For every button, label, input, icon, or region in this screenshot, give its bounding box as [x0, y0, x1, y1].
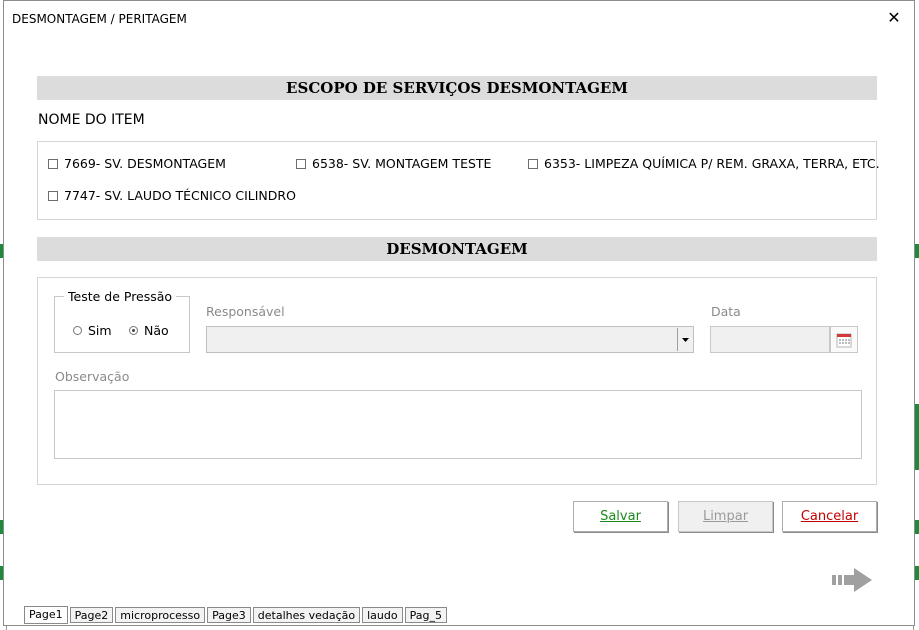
observacao-label: Observação — [55, 369, 130, 384]
tab-page2[interactable]: Page2 — [69, 607, 114, 623]
page-tabs: Page1 Page2 microprocesso Page3 detalhes… — [24, 606, 449, 625]
teste-pressao-legend: Teste de Pressão — [64, 289, 177, 304]
background-green-cell — [915, 404, 919, 470]
close-icon[interactable]: ✕ — [884, 8, 904, 28]
tab-pag5[interactable]: Pag_5 — [404, 607, 447, 623]
limpar-button[interactable]: Limpar — [678, 501, 773, 532]
escopo-section-header: ESCOPO DE SERVIÇOS DESMONTAGEM — [37, 76, 877, 100]
checkbox-label: 7747- SV. LAUDO TÉCNICO CILINDRO — [64, 188, 296, 203]
checkbox-label: 6538- SV. MONTAGEM TESTE — [312, 156, 492, 171]
salvar-button[interactable]: Salvar — [573, 501, 668, 532]
desmontagem-section-header: DESMONTAGEM — [37, 237, 877, 261]
tab-detalhes-vedacao[interactable]: detalhes vedação — [252, 607, 361, 623]
teste-pressao-frame: Teste de Pressão Sim Não — [54, 289, 190, 353]
title-bar: DESMONTAGEM / PERITAGEM ✕ — [4, 1, 914, 37]
radio-nao[interactable]: Não — [129, 323, 169, 338]
background-green-cell — [915, 244, 919, 258]
form-client-area: ESCOPO DE SERVIÇOS DESMONTAGEM NOME DO I… — [20, 64, 896, 622]
chevron-down-icon[interactable] — [677, 328, 692, 351]
checkbox-item-6353[interactable]: 6353- LIMPEZA QUÍMICA P/ REM. GRAXA, TER… — [528, 156, 880, 171]
checkbox-box[interactable] — [48, 158, 58, 169]
cancelar-button[interactable]: Cancelar — [782, 501, 877, 532]
radio-button-selected[interactable] — [129, 326, 138, 335]
window-title: DESMONTAGEM / PERITAGEM — [12, 12, 187, 26]
calendar-icon[interactable] — [830, 326, 858, 353]
responsavel-label: Responsável — [206, 304, 285, 319]
checkbox-box[interactable] — [528, 158, 538, 169]
observacao-textarea[interactable] — [54, 390, 862, 459]
checkbox-label: 7669- SV. DESMONTAGEM — [64, 156, 226, 171]
checkbox-box[interactable] — [296, 158, 306, 169]
checkbox-box[interactable] — [48, 190, 58, 201]
items-checkbox-group: 7669- SV. DESMONTAGEM 6538- SV. MONTAGEM… — [37, 141, 880, 220]
radio-label: Sim — [88, 323, 112, 338]
data-input[interactable] — [710, 326, 830, 353]
background-green-cell — [915, 566, 919, 580]
checkbox-label: 6353- LIMPEZA QUÍMICA P/ REM. GRAXA, TER… — [544, 156, 880, 171]
tab-page1[interactable]: Page1 — [24, 606, 68, 624]
background-green-cell — [915, 520, 919, 534]
userform-dialog: DESMONTAGEM / PERITAGEM ✕ ESCOPO DE SERV… — [3, 0, 915, 626]
tab-page3[interactable]: Page3 — [207, 607, 251, 623]
nome-do-item-label: NOME DO ITEM — [38, 112, 145, 128]
responsavel-combobox[interactable] — [206, 326, 694, 353]
tab-laudo[interactable]: laudo — [362, 607, 403, 623]
tab-microprocesso[interactable]: microprocesso — [115, 607, 206, 623]
radio-button[interactable] — [73, 326, 82, 335]
arrow-right-icon[interactable] — [832, 567, 874, 597]
checkbox-item-6538[interactable]: 6538- SV. MONTAGEM TESTE — [296, 156, 491, 171]
radio-label: Não — [144, 323, 169, 338]
checkbox-item-7669[interactable]: 7669- SV. DESMONTAGEM — [48, 156, 226, 171]
checkbox-item-7747[interactable]: 7747- SV. LAUDO TÉCNICO CILINDRO — [48, 188, 296, 203]
data-label: Data — [711, 304, 741, 319]
radio-sim[interactable]: Sim — [73, 323, 112, 338]
